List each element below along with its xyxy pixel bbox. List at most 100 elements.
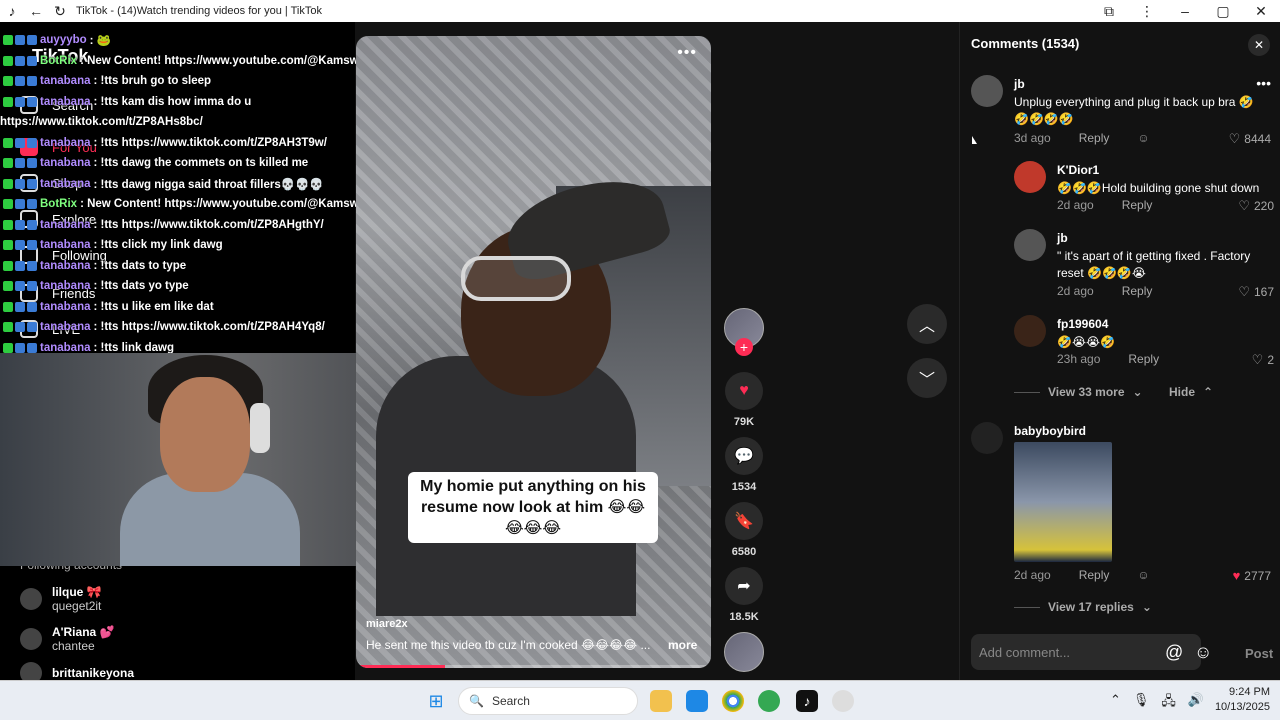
- description-more-link[interactable]: more: [668, 638, 697, 652]
- maximize-button[interactable]: ▢: [1204, 0, 1242, 22]
- comment-author[interactable]: jb: [1057, 231, 1068, 245]
- headset: [250, 403, 270, 453]
- save-button[interactable]: 🔖 6580: [724, 502, 764, 558]
- chevron-up-icon: ︿: [918, 318, 935, 335]
- video-author[interactable]: miare2x: [366, 618, 408, 630]
- menu-icon[interactable]: ⋮: [1128, 0, 1166, 22]
- window-title: TikTok - (14)Watch trending videos for y…: [76, 5, 322, 17]
- chat-username: tanabana: [40, 321, 91, 334]
- clock[interactable]: 9:24 PM 10/13/2025: [1215, 685, 1270, 715]
- more-options-icon[interactable]: •••: [1256, 75, 1271, 91]
- minimize-button[interactable]: –: [1166, 0, 1204, 22]
- comment-like-button[interactable]: ♡ 167: [1238, 284, 1274, 300]
- reply-button[interactable]: Reply: [1122, 198, 1153, 212]
- comment-time: 2d ago: [1014, 568, 1051, 582]
- face: [160, 377, 250, 492]
- comment-author[interactable]: K'Dior1: [1057, 163, 1099, 177]
- mention-icon[interactable]: @: [1165, 642, 1183, 663]
- chat-line: tanabana: !tts https://www.tiktok.com/t/…: [0, 317, 380, 338]
- tiktok-taskbar-icon[interactable]: ♪: [796, 690, 818, 712]
- comment-like-button[interactable]: ♡ 220: [1238, 198, 1274, 214]
- avatar[interactable]: [971, 75, 1003, 107]
- comment-author[interactable]: babyboybird: [1014, 424, 1086, 438]
- chat-badges-icon: [3, 240, 37, 251]
- obs-icon[interactable]: [832, 690, 854, 712]
- chrome-icon[interactable]: [722, 690, 744, 712]
- view-more-replies-button[interactable]: View 33 more ⌄: [1014, 385, 1143, 399]
- comment-text: " it's apart of it getting fixed . Facto…: [1057, 249, 1251, 280]
- divider-line: [1014, 606, 1040, 608]
- video-player[interactable]: ••• My homie put anything on his resume …: [356, 36, 711, 668]
- avatar[interactable]: [1014, 229, 1046, 261]
- account-handle: queget2it: [52, 599, 102, 613]
- avatar[interactable]: [1014, 315, 1046, 347]
- close-comments-button[interactable]: ✕: [1248, 34, 1270, 56]
- comment-author[interactable]: jb: [1014, 77, 1025, 91]
- chat-message: : New Content! https://www.youtube.com/@…: [80, 198, 380, 211]
- reply-button[interactable]: Reply: [1079, 131, 1110, 145]
- emoji-icon[interactable]: ☺: [1194, 642, 1212, 663]
- comment-image[interactable]: [1014, 442, 1112, 562]
- chat-username: tanabana: [40, 300, 91, 313]
- following-account[interactable]: lilque 🎀 queget2it: [20, 585, 102, 613]
- reply-button[interactable]: Reply: [1079, 568, 1110, 582]
- like-count: 167: [1253, 285, 1274, 299]
- view-replies-button[interactable]: View 17 replies ⌄: [1014, 600, 1152, 614]
- next-video-button[interactable]: ﹀: [907, 358, 947, 398]
- back-icon[interactable]: ←: [24, 0, 48, 22]
- stream-chat-overlay: auyyybo: 🐸 BotRix: New Content! https://w…: [0, 30, 380, 358]
- chat-line: tanabana: !tts dats to type: [0, 256, 380, 277]
- file-explorer-icon[interactable]: [650, 690, 672, 712]
- chat-message: : !tts https://www.tiktok.com/t/ZP8AHgth…: [93, 218, 324, 231]
- post-comment-button[interactable]: Post: [1245, 646, 1273, 661]
- network-icon[interactable]: 🖧: [1161, 692, 1176, 714]
- like-button[interactable]: ♥ 79K: [724, 372, 764, 428]
- avatar: [20, 588, 42, 610]
- store-icon[interactable]: [686, 690, 708, 712]
- taskbar-search[interactable]: 🔍 Search: [458, 687, 638, 715]
- chevron-up-icon[interactable]: ⌃: [1110, 692, 1121, 714]
- avatar[interactable]: [1014, 161, 1046, 193]
- creator-avatar-button[interactable]: +: [724, 308, 764, 356]
- chat-username: tanabana: [40, 218, 91, 231]
- windows-start-icon[interactable]: ⊞: [425, 690, 447, 712]
- video-progress-fill: [356, 665, 445, 668]
- comment-like-button[interactable]: ♡ 2: [1252, 352, 1274, 368]
- previous-video-button[interactable]: ︿: [907, 304, 947, 344]
- more-options-icon[interactable]: •••: [677, 44, 697, 62]
- following-account[interactable]: A'Riana 💕 chantee: [20, 625, 114, 653]
- comment-author[interactable]: fp199604: [1057, 317, 1108, 331]
- comment-reply: fp199604 🤣😭😭🤣 23h ago Reply ♡ 2: [1014, 315, 1274, 375]
- chat-message: : !tts dats yo type: [93, 280, 189, 293]
- microphone-icon[interactable]: 🎙: [1133, 692, 1150, 714]
- volume-icon[interactable]: 🔊: [1188, 692, 1204, 714]
- close-window-button[interactable]: ✕: [1242, 0, 1280, 22]
- chat-message: : New Content! https://www.youtube.com/@…: [80, 54, 380, 67]
- system-tray: ⌃ 🎙 🖧 🔊: [1110, 692, 1204, 714]
- comment-meta: 2d ago Reply: [1057, 284, 1152, 298]
- share-button[interactable]: ➦ 18.5K: [724, 567, 764, 623]
- taskbar-search-label: Search: [491, 694, 530, 708]
- avatar[interactable]: [971, 422, 1003, 454]
- comment-time: 23h ago: [1057, 352, 1101, 366]
- comments-title: Comments (1534): [971, 36, 1080, 51]
- chat-line: BotRix: New Content! https://www.youtube…: [0, 194, 380, 215]
- follow-plus-icon[interactable]: +: [735, 338, 753, 356]
- comment-like-button[interactable]: ♥ 2777: [1233, 568, 1271, 583]
- refresh-icon[interactable]: ↻: [48, 0, 72, 22]
- chat-badges-icon: [3, 260, 37, 271]
- sound-avatar-button[interactable]: [724, 632, 764, 672]
- reply-button[interactable]: Reply: [1128, 352, 1159, 366]
- comment-like-button[interactable]: ♡ 8444: [1229, 131, 1271, 147]
- chevron-down-icon: ﹀: [918, 372, 935, 389]
- video-progress-bar[interactable]: [356, 665, 711, 668]
- reply-button[interactable]: Reply: [1122, 284, 1153, 298]
- share-icon: ➦: [725, 567, 763, 605]
- chat-username: tanabana: [40, 75, 91, 88]
- comment-button[interactable]: 💬 1534: [724, 437, 764, 493]
- chrome-profile-icon[interactable]: [758, 690, 780, 712]
- hide-replies-button[interactable]: Hide ⌃: [1169, 385, 1213, 399]
- close-icon: ✕: [1253, 38, 1265, 52]
- chat-username: BotRix: [40, 198, 78, 211]
- extensions-icon[interactable]: ⧉: [1090, 0, 1128, 22]
